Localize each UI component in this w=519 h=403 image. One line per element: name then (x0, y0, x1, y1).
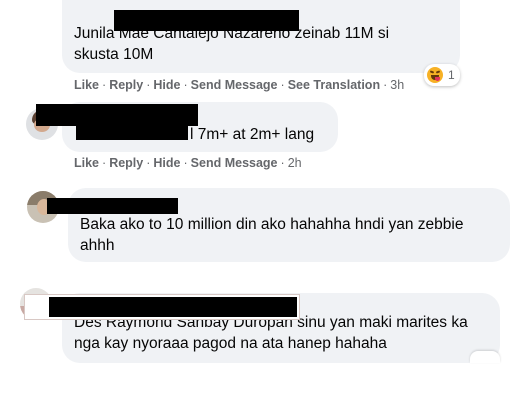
comment-1-line-2: skusta 10M (74, 46, 154, 63)
comment-1-actions: Like · Reply · Hide · Send Message · See Transla… (74, 78, 405, 92)
send-message-link[interactable]: Send Message (191, 156, 278, 170)
like-link[interactable]: Like (74, 156, 99, 170)
comment-time[interactable]: 2h (288, 156, 302, 170)
redaction-box (24, 294, 300, 320)
send-message-link[interactable]: Send Message (191, 78, 278, 92)
reaction-count: 1 (448, 68, 455, 82)
hide-link[interactable]: Hide (153, 78, 180, 92)
redaction-bar (36, 104, 198, 126)
laughing-face-icon (427, 67, 443, 83)
hide-link[interactable]: Hide (153, 156, 180, 170)
redaction-bar (47, 198, 178, 214)
reply-link[interactable]: Reply (109, 156, 143, 170)
comment-3-line-1: Baka ako to 10 million din ako hahahha h… (80, 216, 464, 233)
comment-3-line-2: ahhh (80, 237, 115, 254)
redaction-bar (114, 10, 299, 31)
reaction-edge (470, 351, 500, 363)
reaction-summary[interactable]: 1 (424, 64, 460, 86)
comment-4-line-2: nga kay nyoraaa pagod na ata hanep hahah… (74, 335, 387, 352)
comment-2-text: l 7m+ at 2m+ lang (190, 126, 315, 143)
see-translation-link[interactable]: See Translation (288, 78, 380, 92)
redaction-bar (76, 124, 188, 140)
comment-2-actions: Like · Reply · Hide · Send Message · 2h (74, 156, 302, 170)
redaction-bar (49, 297, 297, 317)
like-link[interactable]: Like (74, 78, 99, 92)
reply-link[interactable]: Reply (109, 78, 143, 92)
comment-time[interactable]: 3h (390, 78, 404, 92)
